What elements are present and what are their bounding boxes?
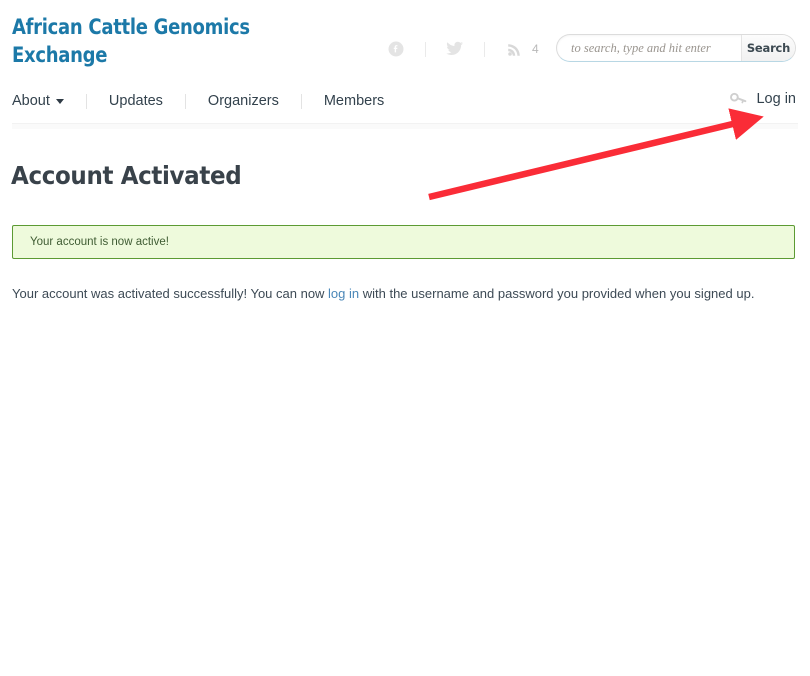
twitter-icon	[446, 41, 464, 57]
search-button[interactable]: Search	[741, 35, 795, 61]
nav-item-label: Updates	[108, 93, 163, 109]
social-divider-2	[484, 41, 485, 57]
rss-count: 4	[532, 42, 539, 56]
social-divider-1	[425, 41, 426, 57]
nav-item-label: Members	[323, 93, 385, 109]
chevron-down-icon	[55, 98, 64, 104]
login-area[interactable]: Log in	[730, 91, 796, 107]
search-input[interactable]	[557, 35, 741, 61]
activation-message: Your account was activated successfully!…	[12, 285, 754, 303]
success-alert: Your account is now active!	[12, 225, 795, 259]
rss-icon	[507, 42, 522, 57]
nav-item-about[interactable]: About	[12, 90, 86, 112]
activation-message-before: Your account was activated successfully!…	[12, 286, 329, 301]
success-alert-text: Your account is now active!	[30, 236, 169, 248]
main-content: Account Activated Your account is now ac…	[0, 128, 810, 301]
site-title: African Cattle Genomics Exchange	[12, 15, 250, 68]
log-in-inline-link[interactable]: log in	[328, 286, 359, 301]
nav-item-label: Organizers	[207, 93, 279, 109]
nav-item-members[interactable]: Members	[302, 90, 406, 112]
main-navigation: About Updates Organizers Members Log in	[0, 82, 810, 123]
activation-message-after: with the username and password you provi…	[359, 286, 755, 301]
nav-item-label: About	[12, 93, 50, 109]
twitter-link[interactable]	[442, 38, 468, 60]
nav-item-organizers[interactable]: Organizers	[186, 90, 301, 112]
rss-link[interactable]	[501, 38, 527, 60]
site-header: African Cattle Genomics Exchange 4 to se…	[0, 0, 810, 82]
page-title: Account Activated	[11, 161, 242, 190]
nav-list: About Updates Organizers Members	[12, 90, 406, 112]
nav-item-updates[interactable]: Updates	[87, 90, 185, 112]
search-form: Search	[556, 34, 796, 62]
facebook-icon	[388, 41, 404, 57]
facebook-link[interactable]	[383, 38, 409, 60]
page-root: African Cattle Genomics Exchange 4 to se…	[0, 0, 810, 676]
social-links: 4	[383, 38, 539, 60]
key-icon	[730, 92, 747, 106]
login-link[interactable]: Log in	[756, 91, 796, 107]
